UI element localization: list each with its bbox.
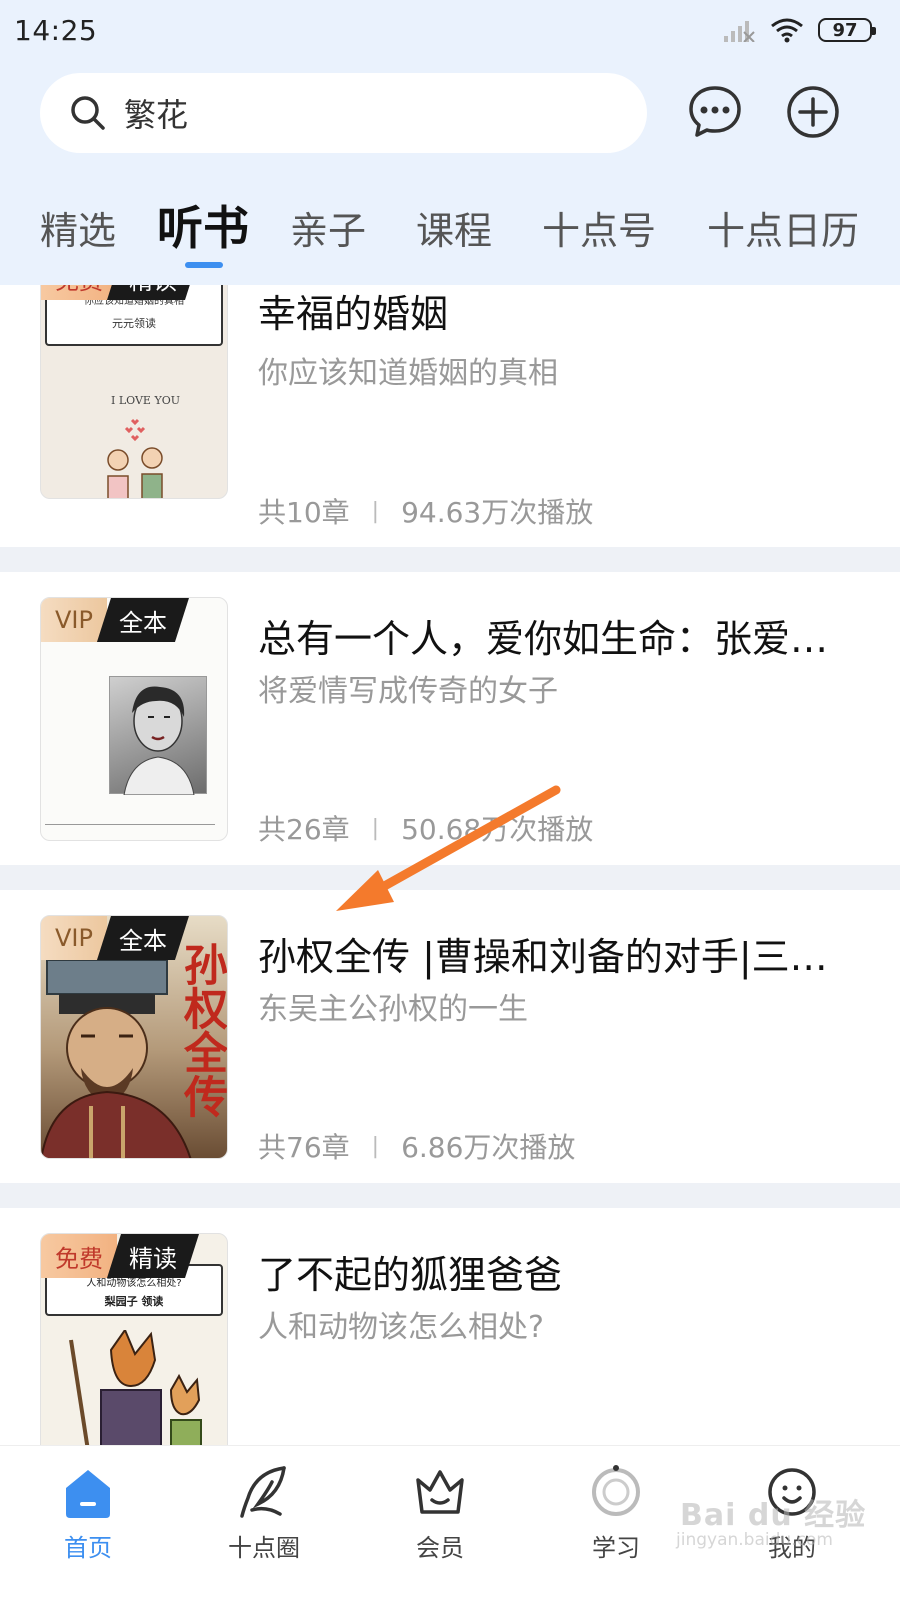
- play-count: 94.63万次播放: [401, 496, 594, 529]
- book-title[interactable]: 幸福的婚姻: [258, 285, 858, 338]
- cover-title-calligraphy: 孙权全传: [176, 942, 227, 1118]
- signal-icon: [724, 21, 755, 42]
- book-subtitle: 将爱情写成传奇的女子: [258, 674, 558, 709]
- status-bar: 14:25 97: [0, 0, 900, 60]
- book-title[interactable]: 了不起的狐狸爸爸: [258, 1244, 858, 1299]
- book-meta: 共10章 | 94.63万次播放: [258, 491, 593, 531]
- book-cover: 你应该知道婚姻的真相 元元领读 I LOVE YOU 免费 精读: [40, 285, 228, 499]
- nav-vip[interactable]: 会员: [380, 1464, 500, 1563]
- meta-divider: |: [371, 1133, 380, 1159]
- badge-type: 精读: [107, 285, 199, 300]
- badge-free: 免费: [41, 1234, 117, 1278]
- meta-divider: |: [371, 815, 380, 841]
- list-item[interactable]: 孙权全传 VIP 全本 孙权全传 |曹操和刘备的对手|三… 东吴主公孙权的一生 …: [0, 890, 900, 1183]
- badge-vip: VIP: [41, 916, 107, 960]
- book-subtitle: 你应该知道婚姻的真相: [258, 356, 558, 391]
- cover-text: 梨园子 领读: [104, 1295, 164, 1308]
- crown-icon: [416, 1470, 464, 1514]
- nav-home[interactable]: 首页: [28, 1464, 148, 1563]
- book-title[interactable]: 孙权全传 |曹操和刘备的对手|三…: [258, 926, 858, 981]
- feather-icon: [240, 1466, 286, 1518]
- cover-text: 元元领读: [112, 317, 156, 330]
- list-item[interactable]: VIP 全本 总有一个人，爱你如生命：张爱… 将爱情写成传奇的女子 共26章 |…: [0, 572, 900, 865]
- nav-label: 学习: [592, 1534, 640, 1562]
- tab-tingshu[interactable]: 听书: [157, 192, 249, 258]
- badge-free: 免费: [41, 285, 117, 300]
- tab-shidianrili[interactable]: 十点日历: [707, 200, 859, 255]
- badge-vip: VIP: [41, 598, 107, 642]
- nav-learn[interactable]: 学习: [556, 1464, 676, 1563]
- chapter-count: 共10章: [258, 496, 350, 529]
- book-cover: VIP 全本: [40, 597, 228, 841]
- message-icon[interactable]: [687, 84, 743, 140]
- cover-badge: VIP 全本: [41, 598, 189, 642]
- watermark-url: jingyan.baidu.com: [676, 1530, 833, 1550]
- cover-text: I LOVE YOU: [111, 394, 180, 407]
- nav-label: 十点圈: [228, 1534, 300, 1562]
- couple-illustration: [107, 418, 163, 498]
- book-title[interactable]: 总有一个人，爱你如生命：张爱…: [258, 608, 858, 663]
- nav-label: 会员: [416, 1534, 464, 1562]
- meta-divider: |: [371, 498, 380, 524]
- tab-jingxuan[interactable]: 精选: [40, 200, 116, 255]
- play-count: 50.68万次播放: [401, 813, 594, 846]
- list-item[interactable]: 你应该知道婚姻的真相 元元领读 I LOVE YOU 免费 精读 幸福的婚姻 你…: [0, 285, 900, 547]
- book-meta: 共26章 | 50.68万次播放: [258, 808, 593, 848]
- wifi-icon: [771, 18, 803, 43]
- header: 14:25 97 繁花 精选 听书 亲子 课程 十点号 十点日历: [0, 0, 900, 290]
- chapter-count: 共76章: [258, 1131, 350, 1164]
- search-input[interactable]: 繁花: [40, 73, 647, 153]
- play-count: 6.86万次播放: [401, 1131, 576, 1164]
- book-subtitle: 东吴主公孙权的一生: [258, 992, 528, 1027]
- search-icon: [71, 96, 105, 130]
- status-icons: 97: [722, 14, 876, 46]
- badge-type: 全本: [97, 916, 189, 960]
- category-tabs: 精选 听书 亲子 课程 十点号 十点日历: [0, 190, 900, 280]
- battery-indicator: 97: [818, 18, 876, 42]
- tab-kecheng[interactable]: 课程: [416, 200, 492, 255]
- cover-badge: VIP 全本: [41, 916, 189, 960]
- portrait-image: [109, 676, 207, 796]
- badge-type: 全本: [97, 598, 189, 642]
- active-tab-indicator: [185, 262, 223, 268]
- home-icon: [66, 1470, 110, 1518]
- watermark-logo: Bai du 经验: [680, 1498, 867, 1533]
- cover-badge: 免费 精读: [41, 285, 199, 300]
- status-time: 14:25: [14, 14, 98, 47]
- list-item[interactable]: 人和动物该怎么相处? 梨园子 领读 免费 精读 了不起的狐狸爸爸 人和动物该怎么…: [0, 1208, 900, 1445]
- book-list[interactable]: 你应该知道婚姻的真相 元元领读 I LOVE YOU 免费 精读 幸福的婚姻 你…: [0, 285, 900, 1445]
- search-value: 繁花: [124, 96, 189, 134]
- battery-level: 97: [832, 19, 858, 41]
- learn-icon: [592, 1465, 640, 1516]
- fox-illustration: [69, 1330, 202, 1445]
- book-subtitle: 人和动物该怎么相处?: [258, 1310, 544, 1345]
- cover-line: [45, 824, 215, 825]
- add-icon[interactable]: [785, 84, 841, 140]
- tab-qinzi[interactable]: 亲子: [290, 200, 366, 255]
- tab-shidianhao[interactable]: 十点号: [542, 200, 656, 255]
- book-cover: 人和动物该怎么相处? 梨园子 领读 免费 精读: [40, 1233, 228, 1445]
- book-meta: 共76章 | 6.86万次播放: [258, 1126, 575, 1166]
- nav-circle[interactable]: 十点圈: [204, 1464, 324, 1563]
- book-cover: 孙权全传 VIP 全本: [40, 915, 228, 1159]
- nav-label: 首页: [64, 1534, 112, 1562]
- chapter-count: 共26章: [258, 813, 350, 846]
- badge-type: 精读: [107, 1234, 199, 1278]
- cover-badge: 免费 精读: [41, 1234, 199, 1278]
